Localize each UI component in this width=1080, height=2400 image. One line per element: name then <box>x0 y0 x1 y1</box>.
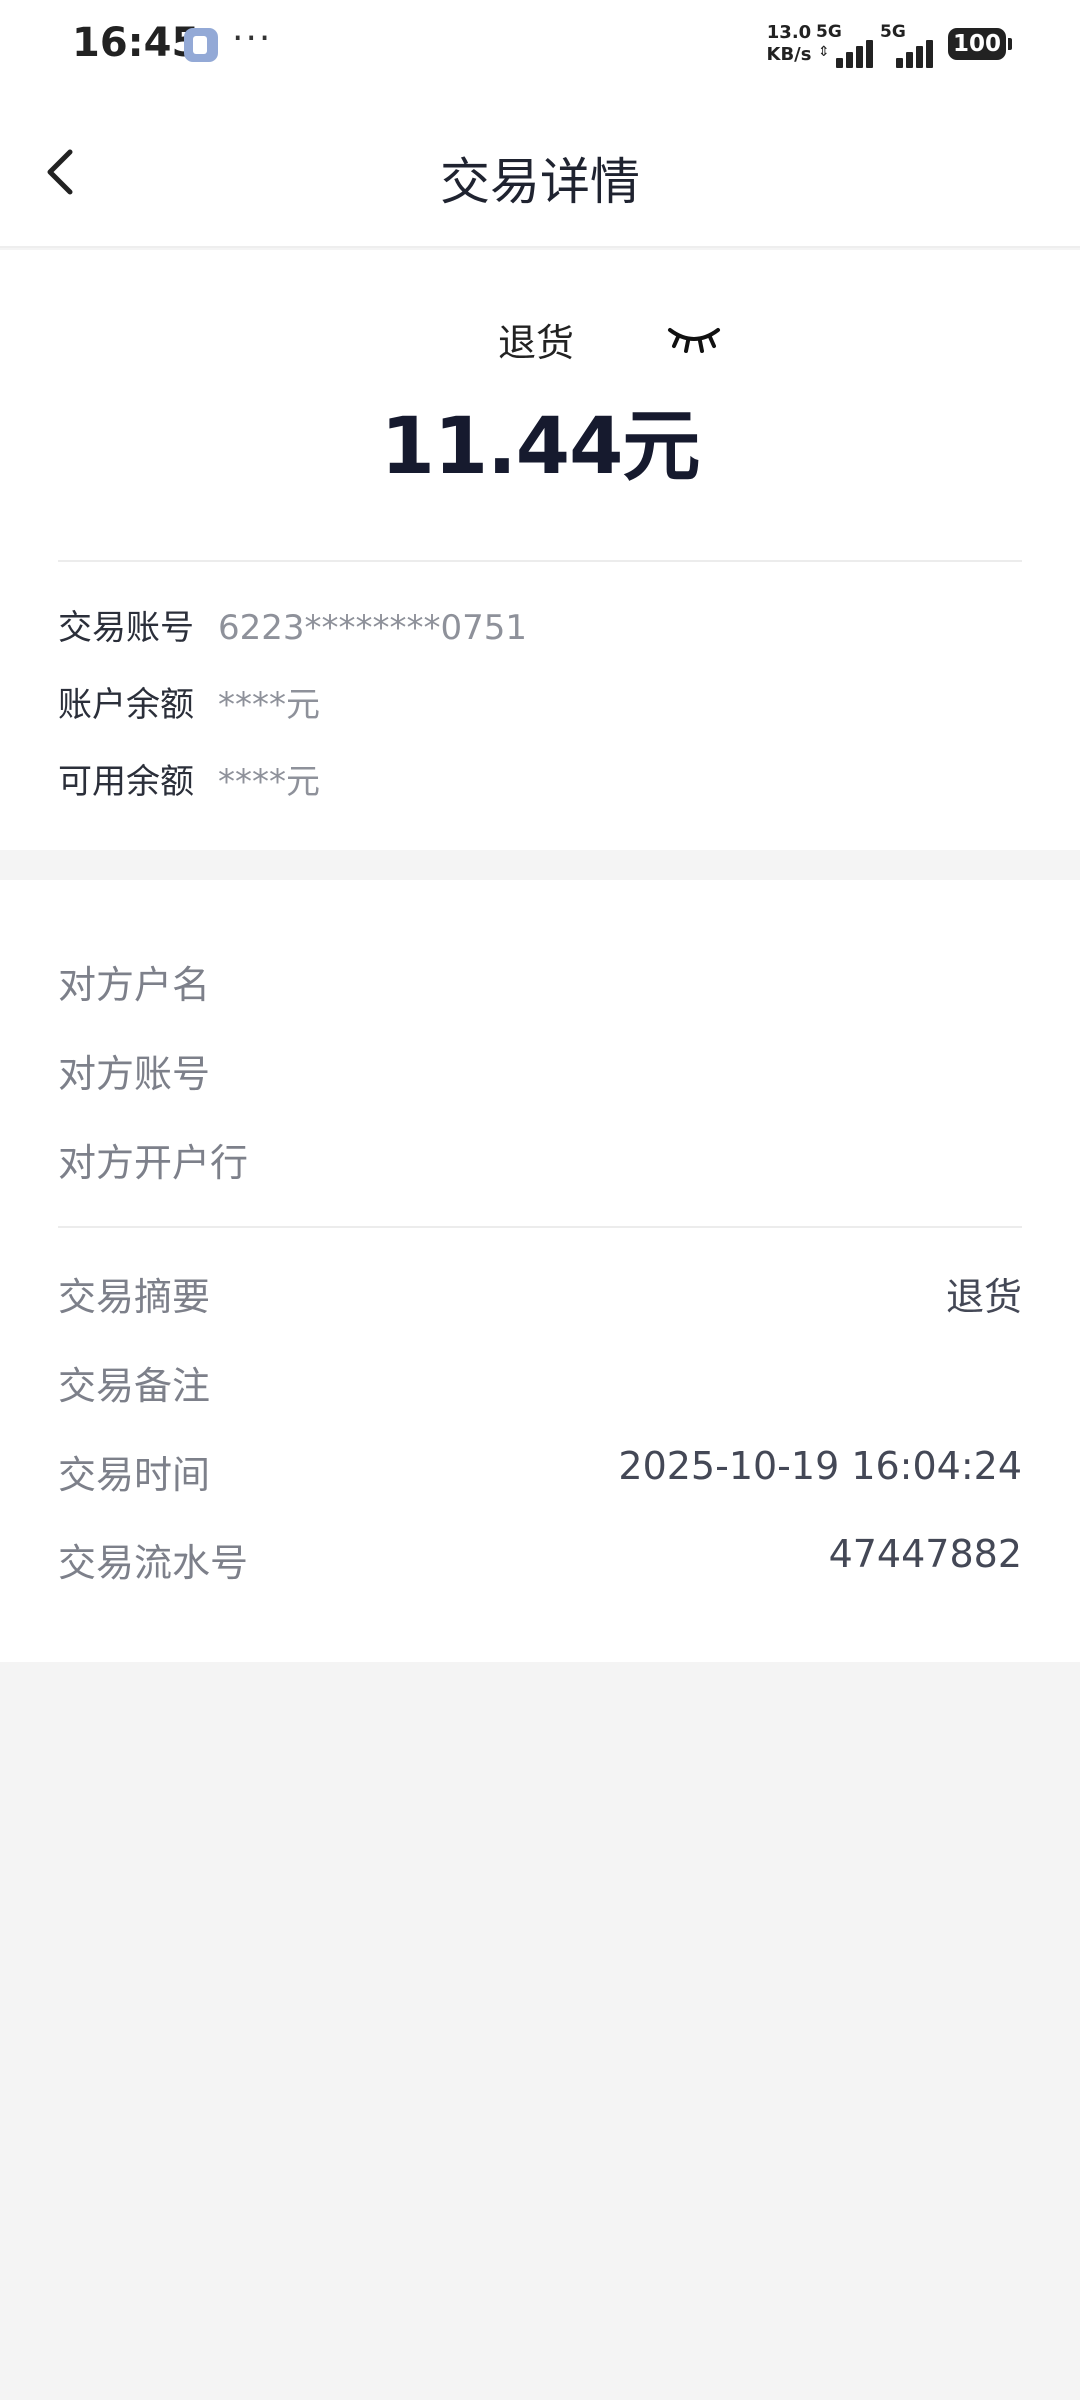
info-row-account: 交易账号 6223********0751 <box>58 600 527 650</box>
detail-value: 2025-10-19 16:04:24 <box>618 1444 1022 1488</box>
sim1-label: 5G <box>816 22 842 42</box>
detail-row-summary: 交易摘要 退货 <box>58 1266 1022 1322</box>
detail-row-counterparty-name: 对方户名 <box>58 954 1022 1010</box>
detail-row-remark: 交易备注 <box>58 1355 1022 1411</box>
detail-label: 对方账号 <box>58 1052 211 1096</box>
detail-label: 交易摘要 <box>58 1275 211 1319</box>
detail-label: 对方户名 <box>58 963 211 1007</box>
transaction-type-row: 退货 <box>0 312 1080 365</box>
info-value: ****元 <box>218 762 320 802</box>
info-label: 可用余额 <box>58 762 194 802</box>
status-time: 16:45 <box>72 20 200 66</box>
detail-row-serial-number: 交易流水号 47447882 <box>58 1532 1022 1588</box>
network-speed: 13.0 KB/s <box>766 22 812 66</box>
signal-sim2-icon: 5G <box>880 22 942 68</box>
info-row-available: 可用余额 ****元 <box>58 754 320 804</box>
detail-row-time: 交易时间 2025-10-19 16:04:24 <box>58 1444 1022 1500</box>
detail-label: 交易流水号 <box>58 1541 249 1585</box>
network-speed-unit: KB/s <box>766 44 812 65</box>
info-value: ****元 <box>218 685 320 725</box>
info-value: 6223********0751 <box>218 608 528 648</box>
transaction-type: 退货 <box>498 321 575 365</box>
battery-icon: 100 <box>948 28 1012 60</box>
transaction-details-card: 对方户名 对方账号 对方开户行 交易摘要 退货 交易备注 交易时间 2025-1… <box>0 880 1080 1662</box>
detail-value: 47447882 <box>828 1532 1022 1576</box>
nav-bar: 交易详情 <box>0 92 1080 248</box>
page-title: 交易详情 <box>440 153 640 211</box>
detail-label: 交易备注 <box>58 1364 211 1408</box>
signal-sim1-icon: 5G ⇕ <box>816 22 878 68</box>
divider <box>58 1226 1022 1228</box>
detail-value: 退货 <box>945 1275 1022 1319</box>
detail-row-counterparty-bank: 对方开户行 <box>58 1132 1022 1188</box>
transaction-summary-card: 退货 11.44元 交易账号 6223********0751 账户余额 ****元… <box>0 250 1080 850</box>
info-row-balance: 账户余额 ****元 <box>58 677 320 727</box>
divider <box>58 560 1022 562</box>
status-bar: 16:45 ··· 13.0 KB/s 5G ⇕ 5G 100 <box>0 0 1080 92</box>
sim2-label: 5G <box>880 22 906 42</box>
detail-row-counterparty-account: 对方账号 <box>58 1043 1022 1099</box>
info-label: 交易账号 <box>58 608 194 648</box>
network-speed-value: 13.0 <box>766 22 812 43</box>
app-notification-icon <box>184 28 218 62</box>
transaction-amount: 11.44元 <box>380 402 701 492</box>
detail-label: 交易时间 <box>58 1453 211 1497</box>
eye-closed-icon[interactable] <box>666 320 722 360</box>
more-notifications-icon: ··· <box>232 18 273 59</box>
data-arrows-icon: ⇕ <box>818 44 830 60</box>
detail-label: 对方开户行 <box>58 1141 249 1185</box>
info-label: 账户余额 <box>58 685 194 725</box>
